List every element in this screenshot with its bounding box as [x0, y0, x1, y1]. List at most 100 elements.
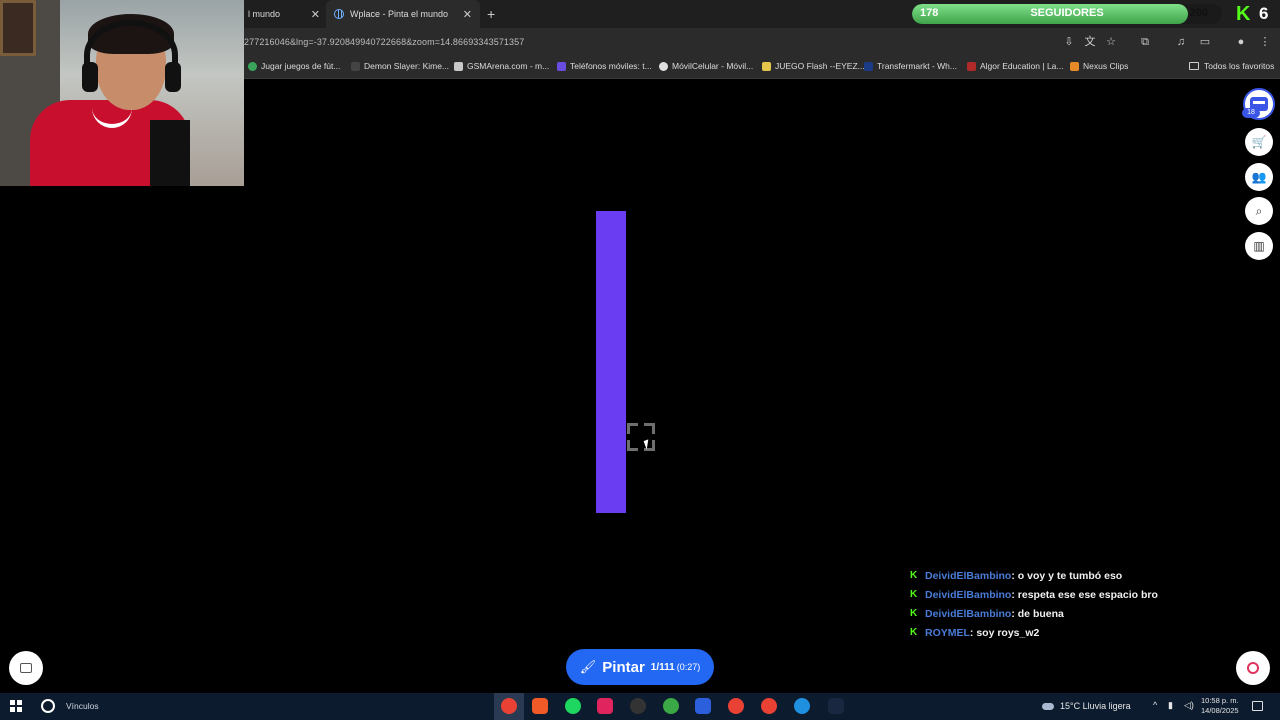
profile-icon[interactable]: ● — [1235, 36, 1247, 48]
favicon-icon — [864, 61, 873, 71]
chat-text: : de buena — [1011, 607, 1064, 620]
extensions-icon[interactable]: ⧉ — [1139, 36, 1151, 48]
chat-username: DeividElBambino — [925, 569, 1012, 582]
install-icon[interactable]: ⇩ — [1063, 36, 1075, 48]
volume-icon[interactable]: ◁) — [1184, 700, 1194, 711]
windows-taskbar: Vínculos 15°C Lluvia ligera ^ ▮ ◁) 10:58… — [0, 693, 1280, 720]
chrome-profile-2-icon[interactable] — [761, 698, 777, 714]
spotify-icon[interactable] — [565, 698, 581, 714]
chat-overlay: K DeividElBambino : o voy y te tumbó eso… — [910, 566, 1270, 642]
search-map-icon: ⌕ — [1255, 203, 1263, 218]
chat-text: : respeta ese ese espacio bro — [1011, 588, 1158, 601]
favicon-icon — [351, 61, 360, 71]
map-style-button[interactable] — [9, 651, 43, 685]
favicon-icon — [762, 61, 771, 71]
kick-badge-icon: K — [910, 589, 918, 600]
chrome-profile-icon[interactable] — [728, 698, 744, 714]
favicon-icon — [248, 61, 257, 71]
map-icon — [20, 663, 32, 673]
all-favorites-folder[interactable]: Todos los favoritos — [1189, 61, 1274, 71]
tab-label: l mundo — [248, 9, 281, 19]
chat-message: K DeividElBambino : respeta ese ese espa… — [910, 585, 1270, 604]
menu-icon[interactable]: ⋮ — [1259, 36, 1271, 48]
chat-message: K ROYMEL : soy roys_w2 — [910, 623, 1270, 642]
app-orange-icon[interactable] — [532, 698, 548, 714]
bookmark-item[interactable]: Teléfonos móviles: t... — [557, 61, 652, 71]
alliance-button[interactable]: 👥 — [1245, 163, 1273, 191]
search-map-button[interactable]: ⌕ — [1245, 197, 1273, 225]
bookmark-item[interactable]: Transfermarkt - Wh... — [864, 61, 957, 71]
system-clock[interactable]: 10:58 p. m. 14/08/2025 — [1201, 696, 1239, 716]
brush-icon: 🖌 — [579, 659, 597, 674]
media-icon[interactable]: ♫ — [1175, 36, 1187, 48]
xbox-icon[interactable] — [663, 698, 679, 714]
chrome-icon[interactable] — [501, 698, 517, 714]
bookmark-item[interactable]: JUEGO Flash --EYEZ... — [762, 61, 865, 71]
bookmark-star-icon[interactable]: ☆ — [1105, 36, 1117, 48]
rain-cloud-icon — [1042, 702, 1054, 710]
store-button[interactable]: 🛒 — [1245, 128, 1273, 156]
folder-icon — [1189, 62, 1199, 70]
crosshair-icon — [1247, 662, 1259, 674]
tab-label: Wplace - Pinta el mundo — [350, 9, 449, 19]
address-bar[interactable]: 277216046&lng=-37.920849940722668&zoom=1… — [244, 37, 524, 47]
tiktok-icon[interactable] — [597, 698, 613, 714]
paint-charges: 1/111 — [650, 661, 675, 673]
tray-chevron-icon[interactable]: ^ — [1153, 700, 1157, 710]
paint-label: Pintar — [602, 658, 645, 676]
close-tab-icon[interactable]: ✕ — [311, 8, 320, 21]
weather-text: 15°C Lluvia ligera — [1060, 701, 1131, 711]
store-icon: 🛒 — [1251, 135, 1267, 149]
bookmark-item[interactable]: GSMArena.com - m... — [454, 61, 549, 71]
favicon-icon — [1070, 61, 1079, 71]
bookmark-item[interactable]: Algor Education | La... — [967, 61, 1063, 71]
new-tab-icon[interactable]: + — [487, 6, 495, 22]
profile-level-badge: 18 — [1242, 108, 1260, 118]
bookmark-item[interactable]: Demon Slayer: Kime... — [351, 61, 449, 71]
webcam-overlay — [0, 0, 244, 186]
translate-icon[interactable]: 文 — [1084, 36, 1096, 48]
globe-icon — [334, 9, 344, 19]
paint-button[interactable]: 🖌 Pintar 1/111 (0:27) — [566, 649, 714, 685]
chat-username: DeividElBambino — [925, 588, 1012, 601]
users-icon: 👥 — [1251, 170, 1267, 184]
chat-message: K DeividElBambino : de buena — [910, 604, 1270, 623]
microphone-icon[interactable]: ▮ — [1168, 700, 1173, 711]
kick-logo: K — [1236, 3, 1251, 25]
tab-previous[interactable]: l mundo ✕ — [244, 0, 328, 28]
top-right-number: 6 — [1259, 4, 1269, 23]
edge-icon[interactable] — [794, 698, 810, 714]
chat-username: DeividElBambino — [925, 607, 1012, 620]
split-view-icon[interactable]: ▭ — [1199, 36, 1211, 48]
followers-goal: 200 — [1189, 7, 1208, 19]
chat-text: : o voy y te tumbó eso — [1011, 569, 1123, 582]
app-blue-icon[interactable] — [695, 698, 711, 714]
leaderboard-icon: ▥ — [1253, 239, 1265, 253]
tab-wplace[interactable]: Wplace - Pinta el mundo ✕ — [326, 0, 480, 28]
chat-text: : soy roys_w2 — [969, 626, 1040, 639]
followers-label: SEGUIDORES — [1030, 7, 1104, 19]
weather-widget[interactable]: 15°C Lluvia ligera — [1042, 701, 1131, 711]
paint-timer: (0:27) — [676, 662, 701, 672]
bookmark-item[interactable]: MóvilCelular - Móvil... — [659, 61, 753, 71]
bookmark-item[interactable]: Jugar juegos de fút... — [248, 61, 340, 71]
leaderboard-button[interactable]: ▥ — [1245, 232, 1273, 260]
taskbar-search-label[interactable]: Vínculos — [66, 701, 99, 711]
notifications-icon[interactable] — [1252, 701, 1263, 711]
windows-start-icon[interactable] — [10, 700, 22, 712]
favicon-icon — [659, 61, 668, 71]
obs-icon[interactable] — [630, 698, 646, 714]
followers-goal-bar: 178 SEGUIDORES 200 — [912, 4, 1222, 24]
favicon-icon — [454, 61, 463, 71]
clock-date: 14/08/2025 — [1201, 706, 1239, 715]
kick-badge-icon: K — [910, 570, 918, 581]
favicon-icon — [967, 61, 976, 71]
close-tab-icon[interactable]: ✕ — [463, 8, 472, 21]
bookmark-item[interactable]: Nexus Clips — [1070, 61, 1128, 71]
locate-button[interactable] — [1236, 651, 1270, 685]
search-icon[interactable] — [41, 699, 55, 713]
app-f-icon[interactable] — [828, 698, 844, 714]
chat-username: ROYMEL — [925, 626, 970, 639]
kick-badge-icon: K — [910, 608, 918, 619]
painted-pixels[interactable] — [596, 211, 626, 513]
